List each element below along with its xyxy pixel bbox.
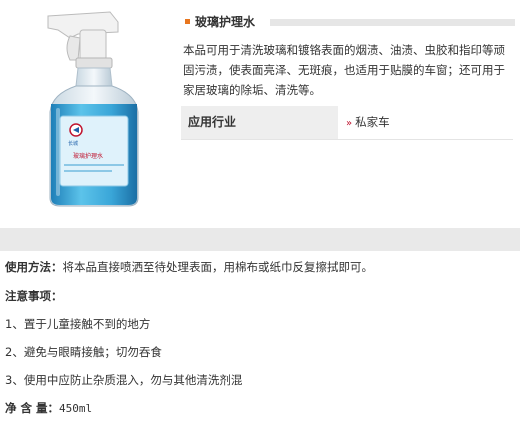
section-divider-band	[0, 228, 520, 251]
spray-bottle-icon: 长城 玻璃护理水	[47, 11, 139, 207]
bottle-brand: 长城	[68, 140, 78, 147]
net-content-line: 净 含 量：450ml	[5, 400, 92, 417]
industry-value: 私家车	[355, 115, 390, 129]
note-item: 1、置于儿童接触不到的地方	[5, 317, 151, 331]
note-item: 3、使用中应防止杂质混入，勿与其他清洗剂混	[5, 373, 243, 387]
usage-label: 使用方法：	[5, 260, 63, 274]
net-content-label: 净 含 量：	[5, 401, 60, 415]
net-content-value: 450ml	[59, 402, 93, 415]
product-title-row: 玻璃护理水	[185, 13, 515, 31]
double-chevron-right-icon: »	[346, 118, 353, 129]
product-image: 长城 玻璃护理水	[18, 8, 148, 213]
notes-label: 注意事项：	[5, 289, 63, 303]
usage-line: 使用方法：将本品直接喷洒至待处理表面，用棉布或纸巾反复擦拭即可。	[5, 259, 373, 275]
note-item: 2、避免与眼睛接触；切勿吞食	[5, 345, 162, 359]
industry-label: 应用行业	[181, 106, 338, 139]
title-bullet-icon	[185, 19, 190, 24]
industry-row: 应用行业 » 私家车	[181, 106, 513, 140]
product-description: 本品可用于清洗玻璃和镀铬表面的烟渍、油渍、虫胶和指印等顽固污渍，使表面亮泽、无斑…	[183, 43, 505, 97]
industry-link[interactable]: » 私家车	[346, 106, 390, 139]
title-divider	[270, 19, 515, 26]
usage-text: 将本品直接喷洒至待处理表面，用棉布或纸巾反复擦拭即可。	[62, 260, 374, 274]
bottle-name: 玻璃护理水	[73, 152, 103, 160]
notes-heading: 注意事项：	[5, 288, 63, 304]
product-title: 玻璃护理水	[195, 15, 256, 29]
